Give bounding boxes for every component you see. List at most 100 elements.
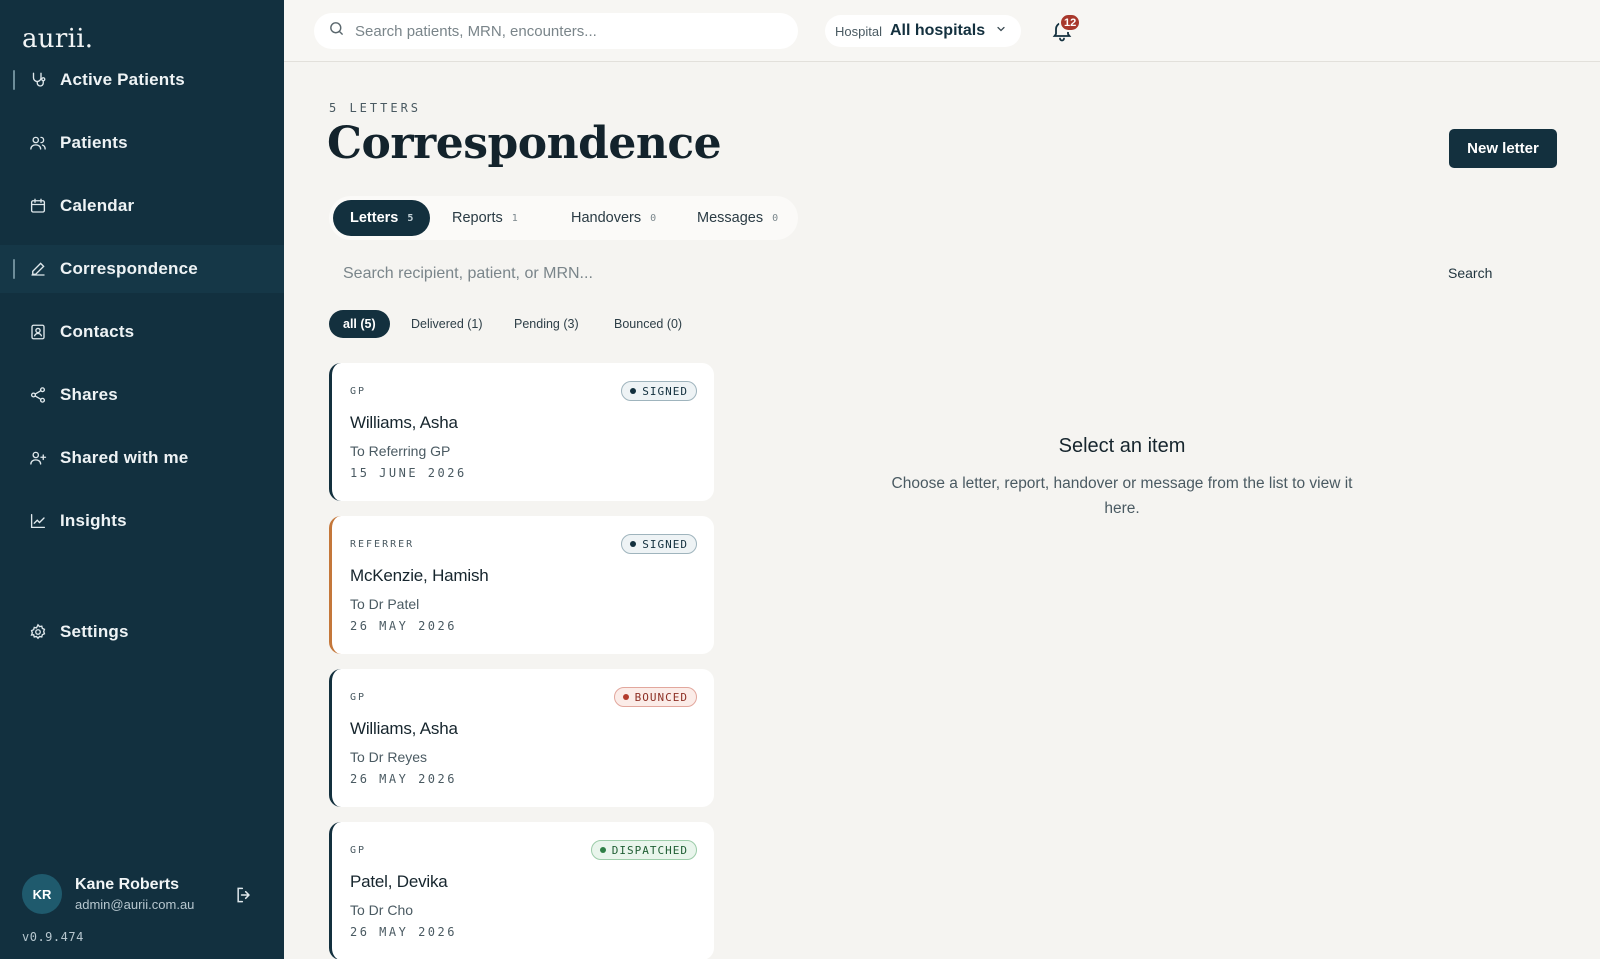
- sidebar-item-shares[interactable]: Shares: [0, 371, 284, 419]
- sidebar-item-label: Correspondence: [60, 259, 198, 278]
- tab-handovers[interactable]: Handovers 0: [554, 200, 673, 236]
- app-logo[interactable]: aurii.: [22, 24, 93, 54]
- page-title: Correspondence: [327, 118, 722, 169]
- search-button[interactable]: Search: [1448, 265, 1492, 281]
- calendar-icon: [28, 196, 48, 216]
- tab-count: 5: [407, 212, 414, 224]
- letters-count-eyebrow: 5 LETTERS: [329, 101, 422, 115]
- sidebar-item-label: Active Patients: [60, 70, 185, 89]
- sidebar-item-insights[interactable]: Insights: [0, 497, 284, 545]
- user-email: admin@aurii.com.au: [75, 897, 195, 912]
- global-search-input[interactable]: [355, 22, 775, 40]
- hospital-value: All hospitals: [889, 22, 986, 39]
- hospital-selector[interactable]: Hospital All hospitals: [825, 15, 1022, 47]
- search-icon: [328, 20, 345, 42]
- letters-search: [329, 258, 1529, 290]
- letter-card[interactable]: GP DISPATCHED Patel, Devika To Dr Cho 26…: [329, 822, 714, 959]
- status-badge: SIGNED: [621, 381, 697, 401]
- status-dot: [622, 694, 629, 700]
- letter-kind: GP: [350, 692, 367, 703]
- sidebar-item-label: Patients: [60, 133, 128, 152]
- letter-kind: REFERRER: [350, 539, 415, 550]
- stethoscope-icon: [28, 70, 48, 90]
- top-bar: Hospital All hospitals 12: [284, 0, 1600, 62]
- active-indicator: [13, 70, 15, 90]
- sidebar-item-correspondence[interactable]: Correspondence: [0, 245, 284, 293]
- letter-kind: GP: [350, 845, 367, 856]
- letters-search-input[interactable]: [329, 265, 1229, 283]
- users-icon: [28, 133, 48, 153]
- line-chart-icon: [28, 511, 48, 531]
- sidebar-item-label: Shared with me: [60, 448, 189, 467]
- tab-letters[interactable]: Letters 5: [333, 200, 431, 236]
- tab-count: 0: [650, 212, 657, 224]
- letter-card[interactable]: GP SIGNED Williams, Asha To Referring GP…: [329, 363, 714, 501]
- chevron-down-icon: [995, 22, 1007, 40]
- status-dot: [630, 388, 637, 394]
- sidebar: aurii. Active Patients Patients Calendar…: [0, 0, 284, 959]
- sidebar-item-calendar[interactable]: Calendar: [0, 182, 284, 230]
- logout-icon[interactable]: [234, 885, 254, 905]
- patient-name: Williams, Asha: [350, 719, 458, 738]
- letter-card[interactable]: GP BOUNCED Williams, Asha To Dr Reyes 26…: [329, 669, 714, 807]
- tab-label: Handovers: [571, 210, 642, 226]
- tab-count: 0: [772, 212, 779, 224]
- sidebar-item-label: Shares: [60, 385, 118, 404]
- status-dot: [630, 541, 637, 547]
- tab-reports[interactable]: Reports 1: [435, 200, 535, 236]
- filter-pending[interactable]: Pending (3): [500, 310, 593, 338]
- letter-date: 26 MAY 2026: [350, 772, 457, 786]
- patient-name: Williams, Asha: [350, 413, 458, 432]
- app-version: v0.9.474: [22, 930, 84, 944]
- letter-date: 26 MAY 2026: [350, 619, 457, 633]
- tab-label: Messages: [697, 210, 764, 226]
- global-search[interactable]: [314, 13, 798, 49]
- recipient: To Dr Patel: [350, 596, 420, 612]
- letter-kind: GP: [350, 386, 367, 397]
- sidebar-item-label: Contacts: [60, 322, 135, 341]
- sidebar-item-label: Insights: [60, 511, 127, 530]
- status-dot: [599, 847, 606, 853]
- filter-delivered[interactable]: Delivered (1): [397, 310, 497, 338]
- sidebar-item-contacts[interactable]: Contacts: [0, 308, 284, 356]
- gear-icon: [28, 622, 48, 642]
- recipient: To Dr Cho: [350, 902, 414, 918]
- sidebar-item-label: Calendar: [60, 196, 135, 215]
- main-content: 5 LETTERS Correspondence New letter Lett…: [284, 62, 1600, 959]
- filter-all[interactable]: all (5): [329, 310, 390, 338]
- tab-bar: Letters 5 Reports 1 Handovers 0 Messages…: [329, 196, 798, 240]
- recipient: To Dr Reyes: [350, 749, 428, 765]
- status-badge: BOUNCED: [613, 687, 697, 707]
- tab-messages[interactable]: Messages 0: [680, 200, 795, 236]
- sidebar-item-settings[interactable]: Settings: [0, 608, 284, 656]
- user-profile[interactable]: KR Kane Roberts admin@aurii.com.au: [22, 874, 194, 914]
- pen-icon: [28, 259, 48, 279]
- empty-state-title: Select an item: [1058, 435, 1186, 457]
- active-indicator: [13, 259, 15, 279]
- sidebar-item-patients[interactable]: Patients: [0, 119, 284, 167]
- tab-label: Reports: [452, 210, 503, 226]
- letter-card[interactable]: REFERRER SIGNED McKenzie, Hamish To Dr P…: [329, 516, 714, 654]
- sidebar-item-active-patients[interactable]: Active Patients: [0, 56, 284, 104]
- avatar: KR: [22, 874, 62, 914]
- contact-card-icon: [28, 322, 48, 342]
- tab-count: 1: [511, 212, 518, 224]
- filter-bounced[interactable]: Bounced (0): [600, 310, 696, 338]
- empty-state-description: Choose a letter, report, handover or mes…: [891, 475, 1353, 517]
- status-badge: SIGNED: [621, 534, 697, 554]
- recipient: To Referring GP: [350, 443, 451, 459]
- sidebar-item-label: Settings: [60, 622, 129, 641]
- letter-date: 15 JUNE 2026: [350, 466, 467, 480]
- patient-name: Patel, Devika: [350, 872, 448, 891]
- sidebar-item-shared-with-me[interactable]: Shared with me: [0, 434, 284, 482]
- hospital-label: Hospital: [835, 23, 882, 39]
- notification-badge: 12: [1059, 13, 1082, 32]
- new-letter-button[interactable]: New letter: [1449, 129, 1557, 168]
- user-name: Kane Roberts: [75, 876, 180, 893]
- status-badge: DISPATCHED: [590, 840, 697, 860]
- tab-label: Letters: [350, 210, 399, 226]
- share-icon: [28, 385, 48, 405]
- letter-date: 26 MAY 2026: [350, 925, 457, 939]
- patient-name: McKenzie, Hamish: [350, 566, 489, 585]
- user-plus-icon: [28, 448, 48, 468]
